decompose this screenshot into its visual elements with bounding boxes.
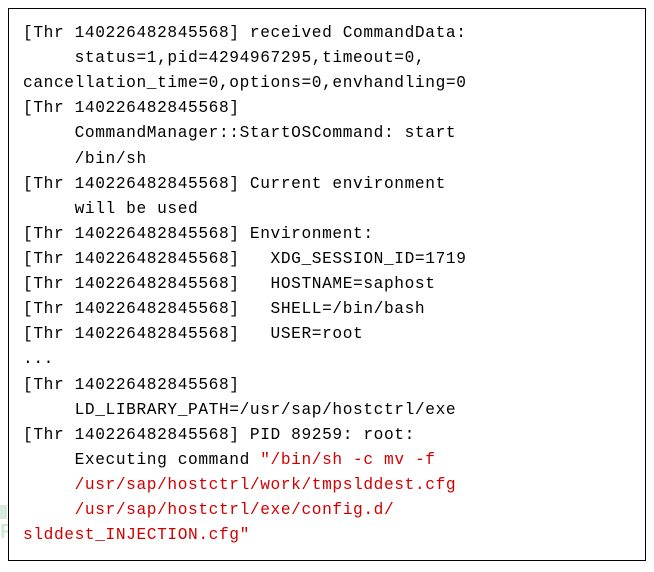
injected-command-line4: slddest_INJECTION.cfg" (23, 526, 250, 544)
line-pid-root: [Thr 140226482845568] PID 89259: root: (23, 426, 415, 444)
line-thread-prefix-2: [Thr 140226482845568] (23, 376, 240, 394)
log-output: [Thr 140226482845568] received CommandDa… (8, 8, 646, 561)
line-env-xdg-session-id: [Thr 140226482845568] XDG_SESSION_ID=171… (23, 250, 467, 268)
injected-command-line3: /usr/sap/hostctrl/exe/config.d/ (23, 501, 394, 519)
line-env-user: [Thr 140226482845568] USER=root (23, 325, 363, 343)
line-status-pid-timeout: status=1,pid=4294967295,timeout=0, (23, 49, 425, 67)
injected-command-line1: "/bin/sh -c mv -f (260, 451, 435, 469)
line-will-be-used: will be used (23, 200, 198, 218)
line-ellipsis: ... (23, 350, 54, 368)
line-executing-command: Executing command (23, 451, 260, 469)
injected-command-line2: /usr/sap/hostctrl/work/tmpslddest.cfg (23, 476, 456, 494)
line-env-hostname: [Thr 140226482845568] HOSTNAME=saphost (23, 275, 436, 293)
line-current-environment: [Thr 140226482845568] Current environmen… (23, 175, 446, 193)
line-ld-library-path: LD_LIBRARY_PATH=/usr/sap/hostctrl/exe (23, 401, 456, 419)
line-thread-prefix: [Thr 140226482845568] (23, 99, 240, 117)
line-commandmanager-startoscommand: CommandManager::StartOSCommand: start (23, 124, 456, 142)
line-environment-header: [Thr 140226482845568] Environment: (23, 225, 374, 243)
line-env-shell: [Thr 140226482845568] SHELL=/bin/bash (23, 300, 425, 318)
line-received-commanddata: [Thr 140226482845568] received CommandDa… (23, 24, 467, 42)
line-cancellation-options-envhandling: cancellation_time=0,options=0,envhandlin… (23, 74, 467, 92)
line-bin-sh: /bin/sh (23, 150, 147, 168)
